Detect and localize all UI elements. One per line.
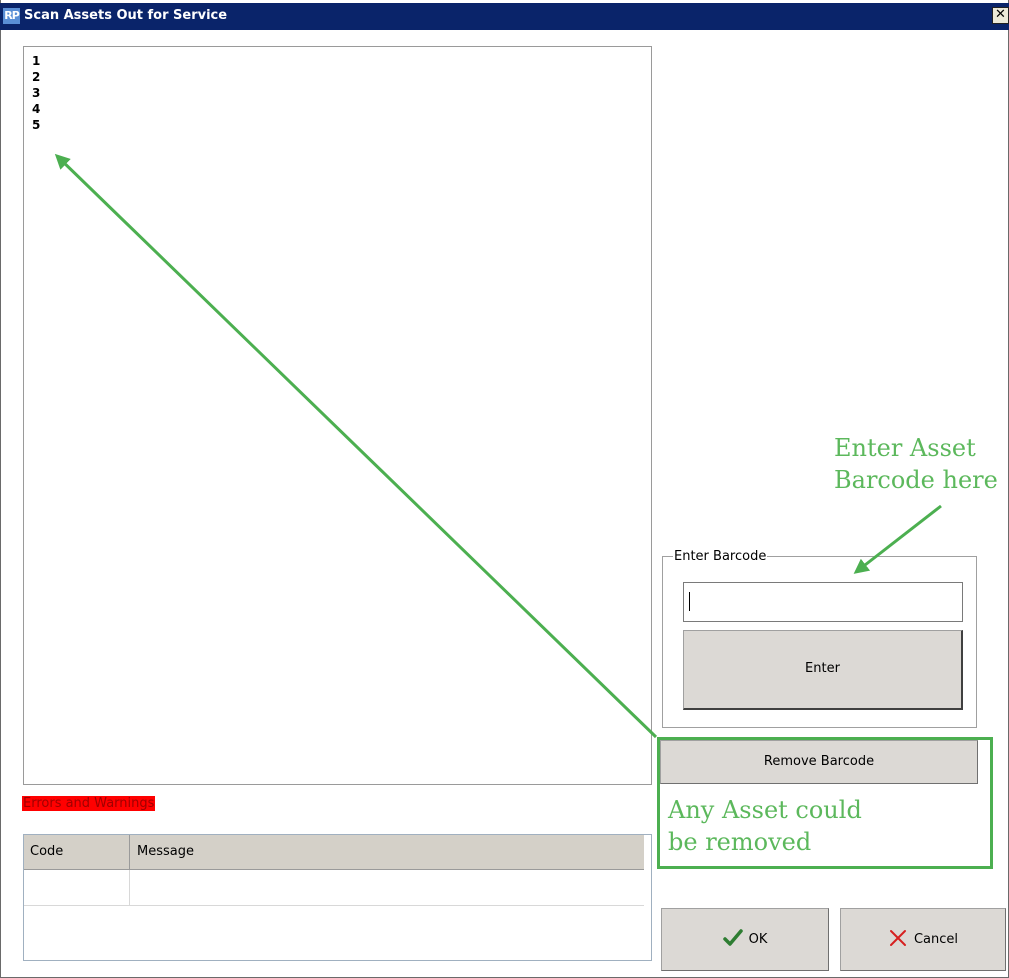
window-title: Scan Assets Out for Service (24, 8, 228, 23)
close-button[interactable]: ✕ (992, 7, 1009, 24)
annotation-line: Enter Asset (834, 434, 976, 462)
app-logo-icon: RP (3, 8, 20, 24)
table-cell-code (24, 870, 130, 905)
column-header-code[interactable]: Code (24, 835, 130, 869)
annotation-line: Barcode here (834, 466, 998, 494)
annotation-line: be removed (668, 828, 812, 856)
check-icon (722, 928, 743, 951)
group-label: Enter Barcode (673, 549, 768, 564)
cancel-button[interactable]: Cancel (840, 908, 1006, 971)
ok-button[interactable]: OK (661, 908, 829, 971)
ok-label: OK (748, 932, 768, 947)
enter-button[interactable]: Enter (683, 630, 963, 710)
list-item[interactable]: 1 (32, 53, 651, 69)
text-caret (689, 592, 690, 611)
barcode-input[interactable] (683, 582, 963, 622)
grid-header: Code Message (24, 835, 644, 870)
scanned-assets-list[interactable]: 1 2 3 4 5 (23, 46, 652, 785)
list-item[interactable]: 4 (32, 101, 651, 117)
title-bar: RP Scan Assets Out for Service ✕ (0, 3, 1009, 30)
list-item[interactable]: 2 (32, 69, 651, 85)
annotation-line: Any Asset could (668, 796, 862, 824)
annotation-remove-asset: Any Asset could be removed (668, 794, 862, 858)
list-item[interactable]: 5 (32, 117, 651, 133)
list-item[interactable]: 3 (32, 85, 651, 101)
close-icon: ✕ (995, 7, 1006, 22)
cancel-label: Cancel (913, 932, 959, 947)
cancel-x-icon (888, 928, 908, 952)
errors-grid[interactable]: Code Message (23, 834, 652, 961)
table-row[interactable] (24, 870, 644, 906)
annotation-enter-barcode: Enter Asset Barcode here (834, 432, 998, 496)
errors-warnings-label: Errors and Warnings (22, 796, 156, 811)
